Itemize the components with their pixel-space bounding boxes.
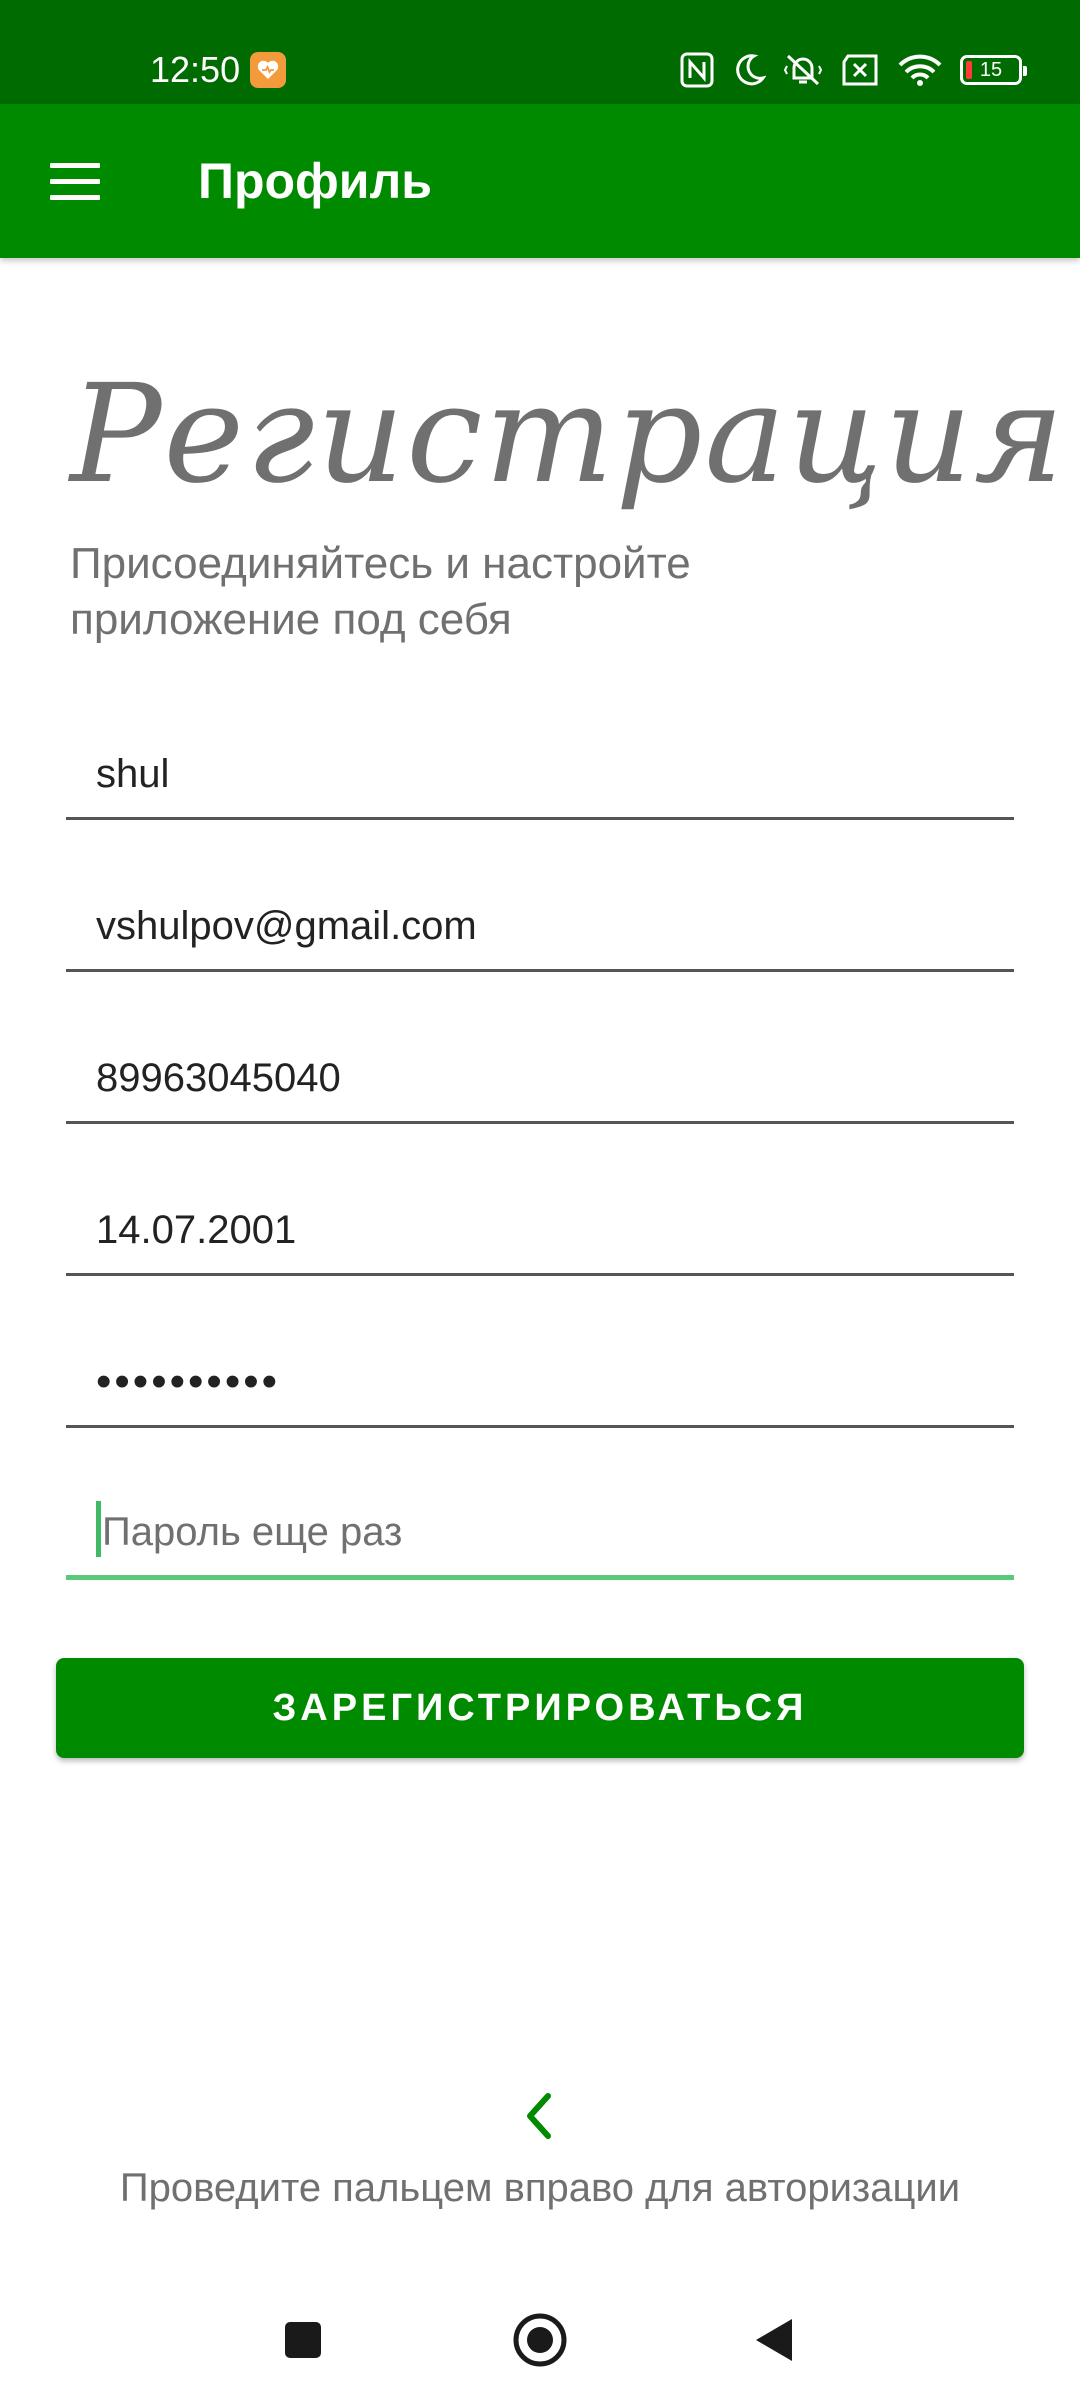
password-repeat-field[interactable]: Пароль еще раз	[66, 1490, 1014, 1580]
system-nav-bar	[0, 2280, 1080, 2400]
name-field-value: shul	[96, 752, 170, 796]
birthdate-field-value: 14.07.2001	[96, 1208, 297, 1252]
app-bar: Профиль	[0, 104, 1080, 258]
status-bar: 12:50 15	[0, 0, 1080, 104]
nfc-icon	[680, 52, 714, 88]
register-button[interactable]: ЗАРЕГИСТРИРОВАТЬСЯ	[56, 1658, 1024, 1758]
text-cursor	[96, 1501, 101, 1557]
email-field[interactable]: vshulpov@gmail.com	[66, 882, 1014, 972]
name-field[interactable]: shul	[66, 730, 1014, 820]
password-field-value: ••••••••••	[96, 1357, 281, 1406]
back-triangle-icon[interactable]	[734, 2304, 814, 2376]
health-notification-icon	[250, 52, 286, 88]
registration-heading: Регистрация	[70, 356, 1067, 514]
wifi-icon	[898, 54, 942, 86]
status-icons: 15	[680, 50, 1027, 90]
moon-icon	[736, 54, 766, 86]
status-time: 12:50	[150, 49, 241, 90]
password-field[interactable]: ••••••••••	[66, 1338, 1014, 1428]
vibrate-off-icon	[784, 54, 822, 86]
battery-level: 15	[979, 58, 1003, 81]
chevron-left-icon[interactable]	[518, 2088, 558, 2144]
birthdate-field[interactable]: 14.07.2001	[66, 1186, 1014, 1276]
registration-subheading: Присоединяйтесь и настройте приложение п…	[70, 539, 691, 644]
recents-square-icon[interactable]	[263, 2304, 343, 2376]
sim-x-icon	[842, 54, 878, 86]
battery-icon: 15	[960, 55, 1027, 85]
phone-field[interactable]: 89963045040	[66, 1034, 1014, 1124]
phone-field-value: 89963045040	[96, 1056, 341, 1100]
password-repeat-placeholder: Пароль еще раз	[102, 1510, 403, 1554]
hamburger-menu-icon[interactable]	[40, 150, 110, 212]
email-field-value: vshulpov@gmail.com	[96, 904, 477, 948]
swipe-hint-text: Проведите пальцем вправо для авторизации	[119, 2166, 961, 2210]
home-circle-icon[interactable]	[500, 2304, 580, 2376]
page-title: Профиль	[198, 153, 433, 209]
